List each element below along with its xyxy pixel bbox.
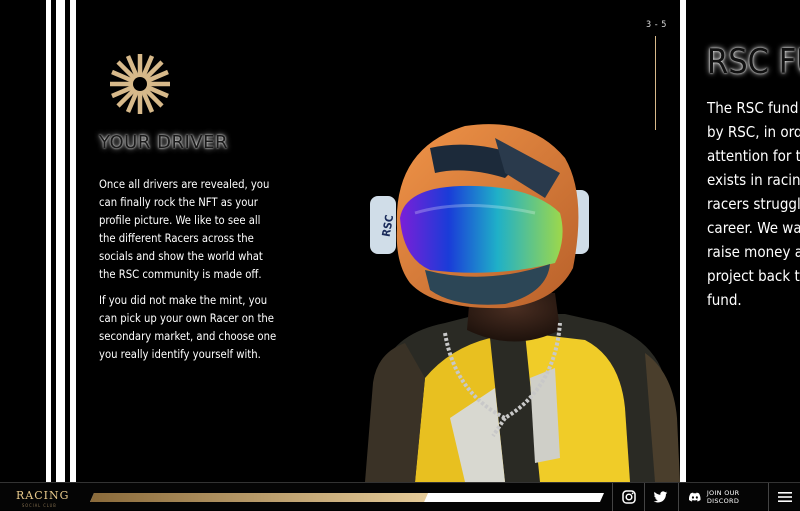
left-stripe-1 bbox=[46, 0, 51, 482]
mint-description: If you did not make the mint, you can pi… bbox=[99, 294, 277, 361]
instagram-icon bbox=[621, 490, 636, 504]
twitter-button[interactable] bbox=[644, 483, 676, 511]
page-counter-line bbox=[655, 36, 656, 130]
menu-button[interactable] bbox=[768, 483, 800, 511]
instagram-button[interactable] bbox=[612, 483, 644, 511]
join-discord-button[interactable]: JOIN OUR DISCORD bbox=[678, 483, 768, 511]
section-title: YOUR DRIVER bbox=[99, 132, 228, 153]
bottom-bar: RACING SOCIAL CLUB JOIN OUR DISCORD bbox=[0, 482, 800, 511]
left-stripe-2 bbox=[56, 0, 65, 482]
right-text-line: exists in racing. . bbox=[707, 171, 800, 189]
twitter-icon bbox=[653, 490, 668, 502]
right-text-line: career. We want bbox=[707, 219, 800, 237]
driver-description: Once all drivers are revealed, you can f… bbox=[99, 178, 270, 281]
right-section-title: RSC FU bbox=[707, 42, 800, 82]
scroll-progress-bar bbox=[90, 493, 604, 502]
progress-fill bbox=[90, 493, 429, 502]
menu-icon bbox=[777, 492, 792, 502]
discord-label: JOIN OUR DISCORD bbox=[706, 489, 740, 505]
logo[interactable]: RACING bbox=[16, 489, 69, 502]
right-text-line: raise money and bbox=[707, 243, 800, 261]
right-text-line: fund. bbox=[707, 291, 742, 309]
right-text-line: The RSC fund is a bbox=[707, 99, 800, 117]
right-text-line: project back to t bbox=[707, 267, 800, 285]
logo-subtext: SOCIAL CLUB bbox=[22, 503, 57, 508]
page-counter: 3 - 5 bbox=[646, 20, 667, 30]
driver-illustration: RSC RSC bbox=[365, 124, 680, 482]
right-text-line: by RSC, in order bbox=[707, 123, 800, 141]
right-text-line: racers struggle w bbox=[707, 195, 800, 213]
right-text-line: attention for the bbox=[707, 147, 800, 165]
left-stripe-3 bbox=[70, 0, 76, 482]
discord-icon bbox=[689, 492, 701, 502]
sparkle-icon bbox=[110, 54, 170, 114]
